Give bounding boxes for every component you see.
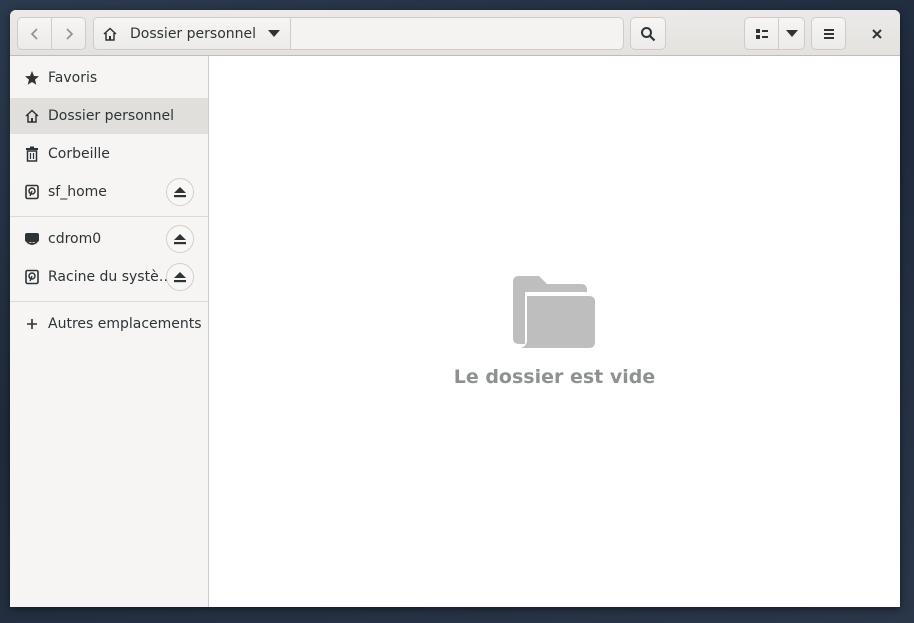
search-button[interactable]	[630, 17, 666, 50]
star-icon	[24, 70, 40, 86]
eject-button[interactable]	[166, 225, 194, 253]
chevron-left-icon	[27, 26, 43, 42]
path-bar: Dossier personnel	[93, 17, 624, 50]
optical-drive-icon	[24, 231, 40, 247]
eject-button[interactable]	[166, 263, 194, 291]
sidebar-item-cdrom0[interactable]: cdrom0	[10, 221, 208, 257]
main-menu-button[interactable]	[811, 17, 846, 50]
sidebar-item-label: Autres emplacements	[48, 316, 202, 332]
sidebar-item-sf-home[interactable]: sf_home	[10, 174, 208, 210]
sidebar-separator	[10, 301, 208, 302]
sidebar-separator	[10, 216, 208, 217]
home-icon	[24, 108, 40, 124]
chevron-right-icon	[61, 26, 77, 42]
sidebar-item-favoris[interactable]: Favoris	[10, 60, 208, 96]
eject-button[interactable]	[166, 178, 194, 206]
trash-icon	[24, 146, 40, 162]
sidebar-item-root[interactable]: Racine du systè…	[10, 259, 208, 295]
hamburger-menu-icon	[821, 26, 837, 42]
sidebar-item-label: Corbeille	[48, 146, 110, 162]
view-options-button[interactable]	[778, 17, 805, 50]
caret-down-icon	[785, 29, 798, 38]
forward-button[interactable]	[51, 17, 86, 50]
sidebar-item-home[interactable]: Dossier personnel	[10, 98, 208, 134]
sidebar-item-label: sf_home	[48, 184, 107, 200]
home-icon	[102, 26, 118, 42]
back-button[interactable]	[17, 17, 52, 50]
drive-icon	[24, 184, 40, 200]
sidebar-item-label: Racine du systè…	[48, 269, 173, 285]
drive-icon	[24, 269, 40, 285]
caret-down-icon[interactable]	[268, 29, 280, 38]
sidebar-item-trash[interactable]: Corbeille	[10, 136, 208, 172]
folder-icon	[513, 276, 595, 348]
empty-folder-message: Le dossier est vide	[453, 366, 656, 388]
list-view-icon	[754, 26, 770, 42]
eject-icon	[174, 271, 186, 283]
sidebar-item-other-locations[interactable]: Autres emplacements	[10, 306, 208, 342]
path-label: Dossier personnel	[130, 25, 257, 42]
plus-icon	[24, 316, 40, 332]
sidebar-item-label: Dossier personnel	[48, 108, 175, 124]
sidebar-item-label: cdrom0	[48, 231, 102, 247]
search-icon	[640, 26, 656, 42]
close-window-button[interactable]	[862, 17, 892, 50]
path-button-home[interactable]: Dossier personnel	[94, 18, 291, 49]
eject-icon	[174, 186, 186, 198]
sidebar: Favoris Dossier personnel Corbeille sf_h…	[10, 56, 209, 607]
view-toggle-button[interactable]	[744, 17, 779, 50]
eject-icon	[174, 233, 186, 245]
sidebar-item-label: Favoris	[48, 70, 98, 86]
file-view[interactable]: Le dossier est vide	[209, 56, 900, 607]
close-icon	[871, 28, 883, 40]
file-manager-window: Dossier personnel Favoris Dossier person…	[10, 10, 900, 607]
header-bar: Dossier personnel	[10, 10, 900, 56]
